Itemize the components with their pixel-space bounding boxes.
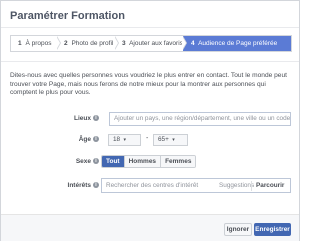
audience-description: Dites-nous avec quelles personnes vous v… (10, 72, 287, 97)
gender-option-women[interactable]: Femmes (161, 156, 196, 167)
gender-option-men[interactable]: Hommes (124, 156, 162, 167)
step-number: 2 (64, 40, 68, 47)
gender-option-all[interactable]: Tout (102, 156, 125, 167)
page-setup-dialog: Paramétrer Formation 1 À propos 2 Photo … (0, 0, 300, 241)
title-divider (1, 27, 299, 28)
age-label: Âge i (79, 136, 99, 143)
step-label: Audience de Page préférée (198, 40, 278, 47)
steps-nav: 1 À propos 2 Photo de profil 3 Ajouter a… (10, 35, 292, 52)
location-label-text: Lieux (74, 115, 91, 122)
age-label-text: Âge (78, 136, 91, 143)
step-add-favorites[interactable]: 3 Ajouter aux favoris (115, 36, 187, 51)
interests-label-text: Intérêts (67, 182, 91, 189)
gender-segmented-control: Tout Hommes Femmes (101, 155, 197, 168)
location-label: Lieux i (74, 115, 99, 122)
info-icon[interactable]: i (93, 158, 99, 165)
step-number: 4 (191, 40, 195, 47)
caret-down-icon: ▾ (170, 137, 175, 143)
age-separator: - (146, 135, 149, 142)
age-min-select[interactable]: 18 ▾ (108, 134, 141, 146)
save-button[interactable]: Enregistrer (254, 223, 291, 236)
step-number: 3 (122, 40, 126, 47)
step-label: Photo de profil (71, 40, 114, 47)
gender-label-text: Sexe (75, 158, 91, 165)
step-about[interactable]: 1 À propos (11, 36, 61, 51)
location-input[interactable]: Ajouter un pays, une région/département,… (109, 112, 291, 126)
interests-divider (251, 181, 252, 191)
interests-box: Rechercher des centres d'intérêt Suggest… (101, 178, 291, 193)
step-label: À propos (25, 40, 52, 47)
interests-label: Intérêts i (68, 182, 99, 189)
info-icon[interactable]: i (93, 136, 99, 143)
step-number: 1 (18, 40, 22, 47)
section-divider (1, 61, 299, 62)
gender-label: Sexe i (76, 158, 99, 165)
dialog-title: Paramétrer Formation (10, 10, 125, 22)
step-label: Ajouter aux favoris (129, 40, 183, 47)
age-min-value: 18 (113, 136, 121, 143)
caret-down-icon: ▾ (122, 137, 127, 143)
info-icon[interactable]: i (93, 115, 99, 122)
interests-input[interactable]: Rechercher des centres d'intérêt (106, 179, 218, 192)
info-icon[interactable]: i (93, 182, 99, 189)
age-max-select[interactable]: 65+ ▾ (153, 134, 188, 146)
ignore-button[interactable]: Ignorer (224, 223, 252, 236)
suggestions-link[interactable]: Suggestions (219, 179, 254, 192)
step-profile-picture[interactable]: 2 Photo de profil (57, 36, 119, 51)
browse-link[interactable]: Parcourir (256, 179, 284, 192)
age-max-value: 65+ (158, 136, 169, 143)
step-preferred-audience[interactable]: 4 Audience de Page préférée (183, 36, 291, 51)
